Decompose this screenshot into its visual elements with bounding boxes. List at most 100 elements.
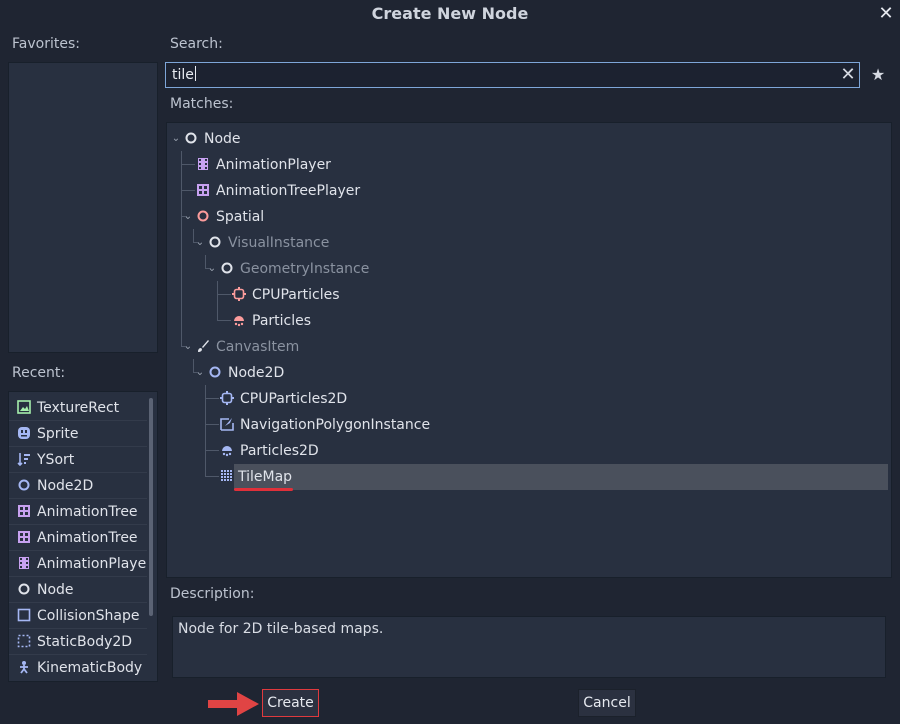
recent-item-texture-rect[interactable]: TextureRect xyxy=(9,395,147,421)
recent-item-label: StaticBody2D xyxy=(37,634,133,650)
matches-label: Matches: xyxy=(170,96,234,112)
node2d-circle-icon xyxy=(18,479,30,491)
animation-tree-icon xyxy=(18,531,30,543)
clear-search-icon[interactable]: ✕ xyxy=(840,64,856,86)
recent-item-collision-shape[interactable]: CollisionShape xyxy=(9,603,147,629)
tree-item-label: AnimationPlayer xyxy=(216,157,331,173)
sprite-icon xyxy=(18,427,30,439)
animation-tree-player-icon xyxy=(197,184,209,196)
close-icon[interactable]: ✕ xyxy=(876,4,896,24)
favorite-star-icon[interactable]: ★ xyxy=(870,64,886,86)
chevron-down-icon[interactable]: ⌄ xyxy=(171,126,181,152)
chevron-down-icon[interactable]: ⌄ xyxy=(183,204,193,230)
tilemap-grid-icon xyxy=(221,470,232,481)
search-input[interactable]: tile xyxy=(165,62,860,88)
node-circle-icon xyxy=(18,583,30,595)
tree-item-spatial[interactable]: ⌄ Spatial xyxy=(167,204,887,230)
cpu-particles-icon xyxy=(232,287,246,301)
chevron-down-icon[interactable]: ⌄ xyxy=(207,256,217,282)
recent-item-ysort[interactable]: YSort xyxy=(9,447,147,473)
ysort-icon xyxy=(17,453,30,466)
tree-item-visual-instance[interactable]: ⌄ VisualInstance xyxy=(167,230,887,256)
recent-item-label: KinematicBody xyxy=(37,660,143,676)
navigation-polygon-icon xyxy=(220,418,234,431)
recent-item-animation-tree[interactable]: AnimationTree xyxy=(9,499,147,525)
tree-item-label: CPUParticles xyxy=(252,287,340,303)
collision-shape-icon xyxy=(17,608,31,622)
animation-tree-icon xyxy=(18,505,30,517)
recent-item-sprite[interactable]: Sprite xyxy=(9,421,147,447)
tree-item-cpu-particles-2d[interactable]: CPUParticles2D xyxy=(167,386,887,412)
recent-item-label: YSort xyxy=(37,452,75,468)
description-box: Node for 2D tile-based maps. xyxy=(172,616,886,678)
search-input-value: tile xyxy=(172,67,194,83)
recent-scrollbar[interactable] xyxy=(149,398,153,616)
dialog-title: Create New Node xyxy=(371,4,529,23)
recent-item-node[interactable]: Node xyxy=(9,577,147,603)
node-circle-icon xyxy=(221,262,233,274)
search-label: Search: xyxy=(170,36,223,52)
node-circle-icon xyxy=(185,132,197,144)
tree-item-label: Particles xyxy=(252,313,312,329)
description-text: Node for 2D tile-based maps. xyxy=(178,621,384,637)
animation-player-icon xyxy=(19,557,29,569)
tree-item-label: NavigationPolygonInstance xyxy=(240,417,431,433)
recent-list[interactable]: TextureRect Sprite YSort Node2D Animatio… xyxy=(8,391,158,682)
tree-item-geometry-instance[interactable]: ⌄ GeometryInstance xyxy=(167,256,887,282)
matches-tree[interactable]: ⌄ Node AnimationPlayer AnimationTreePlay… xyxy=(166,122,892,578)
recent-item-static-body-2d[interactable]: StaticBody2D xyxy=(9,629,147,655)
tree-item-label: Spatial xyxy=(216,209,265,225)
tree-item-label: Node2D xyxy=(228,365,285,381)
tree-item-node2d[interactable]: ⌄ Node2D xyxy=(167,360,887,386)
tree-item-animation-player[interactable]: AnimationPlayer xyxy=(167,152,887,178)
favorites-label: Favorites: xyxy=(12,36,80,52)
tree-item-navigation-polygon-instance[interactable]: NavigationPolygonInstance xyxy=(167,412,887,438)
tree-item-label: Node xyxy=(204,131,241,147)
tree-item-label: CPUParticles2D xyxy=(240,391,348,407)
kinematic-body-icon xyxy=(20,661,28,674)
chevron-down-icon[interactable]: ⌄ xyxy=(183,334,193,360)
tree-item-label: CanvasItem xyxy=(216,339,300,355)
recent-item-node2d[interactable]: Node2D xyxy=(9,473,147,499)
recent-item-label: Node2D xyxy=(37,478,94,494)
recent-item-kinematic-body[interactable]: KinematicBody xyxy=(9,655,147,681)
recent-item-animation-player[interactable]: AnimationPlaye xyxy=(9,551,147,577)
tree-item-cpu-particles[interactable]: CPUParticles xyxy=(167,282,887,308)
brush-icon xyxy=(198,340,209,352)
tree-item-label: Particles2D xyxy=(240,443,319,459)
create-button[interactable]: Create xyxy=(262,689,319,717)
favorites-list[interactable] xyxy=(8,62,158,353)
highlight-underline xyxy=(234,488,293,491)
tree-item-label: VisualInstance xyxy=(228,235,330,251)
recent-item-label: CollisionShape xyxy=(37,608,140,624)
tree-item-particles[interactable]: Particles xyxy=(167,308,887,334)
node-circle-icon xyxy=(209,236,221,248)
tree-item-label: GeometryInstance xyxy=(240,261,370,277)
recent-item-label: AnimationTree xyxy=(37,530,138,546)
tree-item-particles-2d[interactable]: Particles2D xyxy=(167,438,887,464)
chevron-down-icon[interactable]: ⌄ xyxy=(195,230,205,256)
recent-item-label: AnimationPlaye xyxy=(37,556,147,572)
recent-item-label: TextureRect xyxy=(37,400,120,416)
cpu-particles-2d-icon xyxy=(220,391,234,405)
particles-2d-icon xyxy=(222,446,232,457)
tree-item-canvas-item[interactable]: ⌄ CanvasItem xyxy=(167,334,887,360)
node2d-circle-icon xyxy=(209,366,221,378)
chevron-down-icon[interactable]: ⌄ xyxy=(195,360,205,386)
tree-item-tilemap[interactable]: TileMap xyxy=(221,464,888,490)
cancel-button[interactable]: Cancel xyxy=(578,689,636,717)
description-label: Description: xyxy=(170,586,255,602)
tree-item-label: AnimationTreePlayer xyxy=(216,183,361,199)
tree-item-node[interactable]: ⌄ Node xyxy=(167,126,887,152)
spatial-circle-icon xyxy=(197,210,209,222)
tree-item-animation-tree-player[interactable]: AnimationTreePlayer xyxy=(167,178,887,204)
texture-rect-icon xyxy=(17,400,31,414)
recent-item-label: Sprite xyxy=(37,426,79,442)
recent-label: Recent: xyxy=(12,365,66,381)
particles-icon xyxy=(234,316,244,327)
recent-item-label: AnimationTree xyxy=(37,504,138,520)
recent-item-animation-tree[interactable]: AnimationTree xyxy=(9,525,147,551)
static-body-2d-icon xyxy=(17,634,31,648)
animation-player-icon xyxy=(198,158,208,170)
arrow-right-icon xyxy=(208,692,259,716)
